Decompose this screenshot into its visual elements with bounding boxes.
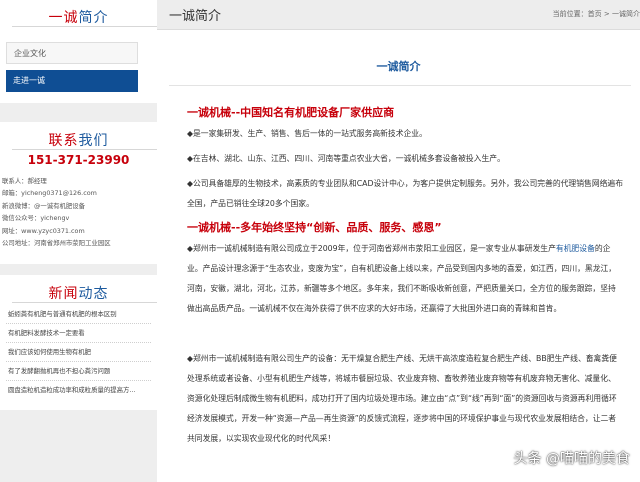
paragraph-5: ◆郑州市一诚机械制造有限公司生产的设备：无干燥复合肥生产线、无烘干高浓度造粒复合… <box>187 354 617 443</box>
section-heading-1: 一诚机械--中国知名有机肥设备厂家供应商 <box>187 106 395 119</box>
paragraph-2: ◆在吉林、湖北、山东、江西、四川、河南等重点农业大省，一诚机械多套设备被投入生产… <box>187 154 505 163</box>
contact-address: 公司地址：河南省郑州市荥阳工业园区 <box>2 239 111 248</box>
contact-panel: 联系我们 151-371-23990 联系人：郝经理 邮箱：yicheng037… <box>0 122 157 264</box>
contact-info: 联系人：郝经理 邮箱：yicheng0371@126.com 新浪微博：@一诚有… <box>2 175 156 249</box>
sidebar: 一诚简介 企业文化 走进一诚 联系我们 151-371-23990 联系人：郝经… <box>0 0 157 482</box>
breadcrumb[interactable]: 当前位置：首页 > 一诚简介 <box>553 9 640 19</box>
main-header: 一诚简介 当前位置：首页 > 一诚简介 <box>157 0 640 30</box>
contact-website[interactable]: 网址：www.yzyc0371.com <box>2 225 156 237</box>
news-list: 蚯蚓粪有机肥与普通有机肥的根本区别 有机肥料发酵技术一定要看 我们应该如何使用生… <box>6 305 151 400</box>
divider <box>12 302 157 303</box>
section-heading-2: 一诚机械--多年始终坚持“创新、品质、服务、感恩” <box>187 221 442 234</box>
news-title-blue: 动态 <box>78 286 109 302</box>
contact-person: 联系人：郝经理 <box>2 177 47 185</box>
divider <box>169 85 631 86</box>
news-panel-title: 新闻动态 <box>0 283 157 303</box>
about-title-red: 一诚 <box>48 10 79 26</box>
news-item[interactable]: 圆盘造粒机造粒成功率和成粒质量的提高方... <box>6 381 151 400</box>
news-panel: 新闻动态 蚯蚓粪有机肥与普通有机肥的根本区别 有机肥料发酵技术一定要看 我们应该… <box>0 275 157 410</box>
contact-panel-title: 联系我们 <box>0 130 157 150</box>
contact-title-blue: 我们 <box>78 133 109 149</box>
main-content: 一诚简介 当前位置：首页 > 一诚简介 一诚简介 一诚机械--中国知名有机肥设备… <box>157 0 640 482</box>
contact-title-red: 联系 <box>48 133 79 149</box>
news-item[interactable]: 蚯蚓粪有机肥与普通有机肥的根本区别 <box>6 305 151 324</box>
paragraph-4-rest: 的企业。产品设计理念源于“生态农业，变废为宝”，自有机肥设备上线以来，产品受到国… <box>187 244 617 313</box>
contact-weibo: 新浪微博：@一诚有机肥设备 <box>2 201 86 210</box>
organic-fertilizer-equipment-link[interactable]: 有机肥设备 <box>556 244 595 253</box>
paragraph-4: ◆郑州市一诚机械制造有限公司成立于2009年，位于河南省郑州市荥阳工业园区，是一… <box>187 239 623 319</box>
about-panel: 一诚简介 企业文化 走进一诚 <box>0 0 157 103</box>
paragraph-4-start: ◆郑州市一诚机械制造有限公司成立于2009年，位于河南省郑州市荥阳工业园区，是一… <box>187 244 556 253</box>
news-title-red: 新闻 <box>48 286 79 302</box>
page-title: 一诚简介 <box>376 60 421 73</box>
sidebar-item-culture[interactable]: 企业文化 <box>6 42 138 64</box>
news-item[interactable]: 有了发酵翻抛机再也不担心粪污问题 <box>6 362 151 381</box>
page-heading: 一诚简介 <box>169 9 222 24</box>
news-item[interactable]: 有机肥料发酵技术一定要看 <box>6 324 151 343</box>
about-title-blue: 简介 <box>78 10 109 26</box>
phone-number: 151-371-23990 <box>27 153 130 167</box>
news-item[interactable]: 我们应该如何使用生物有机肥 <box>6 343 151 362</box>
about-panel-title: 一诚简介 <box>0 7 157 27</box>
divider <box>12 26 157 27</box>
contact-wechat: 微信公众号：yichengv <box>2 214 70 223</box>
divider <box>12 149 157 150</box>
paragraph-3: ◆公司具备雄厚的生物技术，高素质的专业团队和CAD设计中心，为客户提供定制服务。… <box>187 179 624 208</box>
paragraph-1: ◆是一家集研发、生产、销售、售后一体的一站式服务高新技术企业。 <box>187 129 427 138</box>
contact-email[interactable]: 邮箱：yicheng0371@126.com <box>2 187 156 199</box>
watermark: 头条 @喵喵的美食 <box>513 451 630 467</box>
sidebar-item-enter-yicheng[interactable]: 走进一诚 <box>6 70 138 92</box>
